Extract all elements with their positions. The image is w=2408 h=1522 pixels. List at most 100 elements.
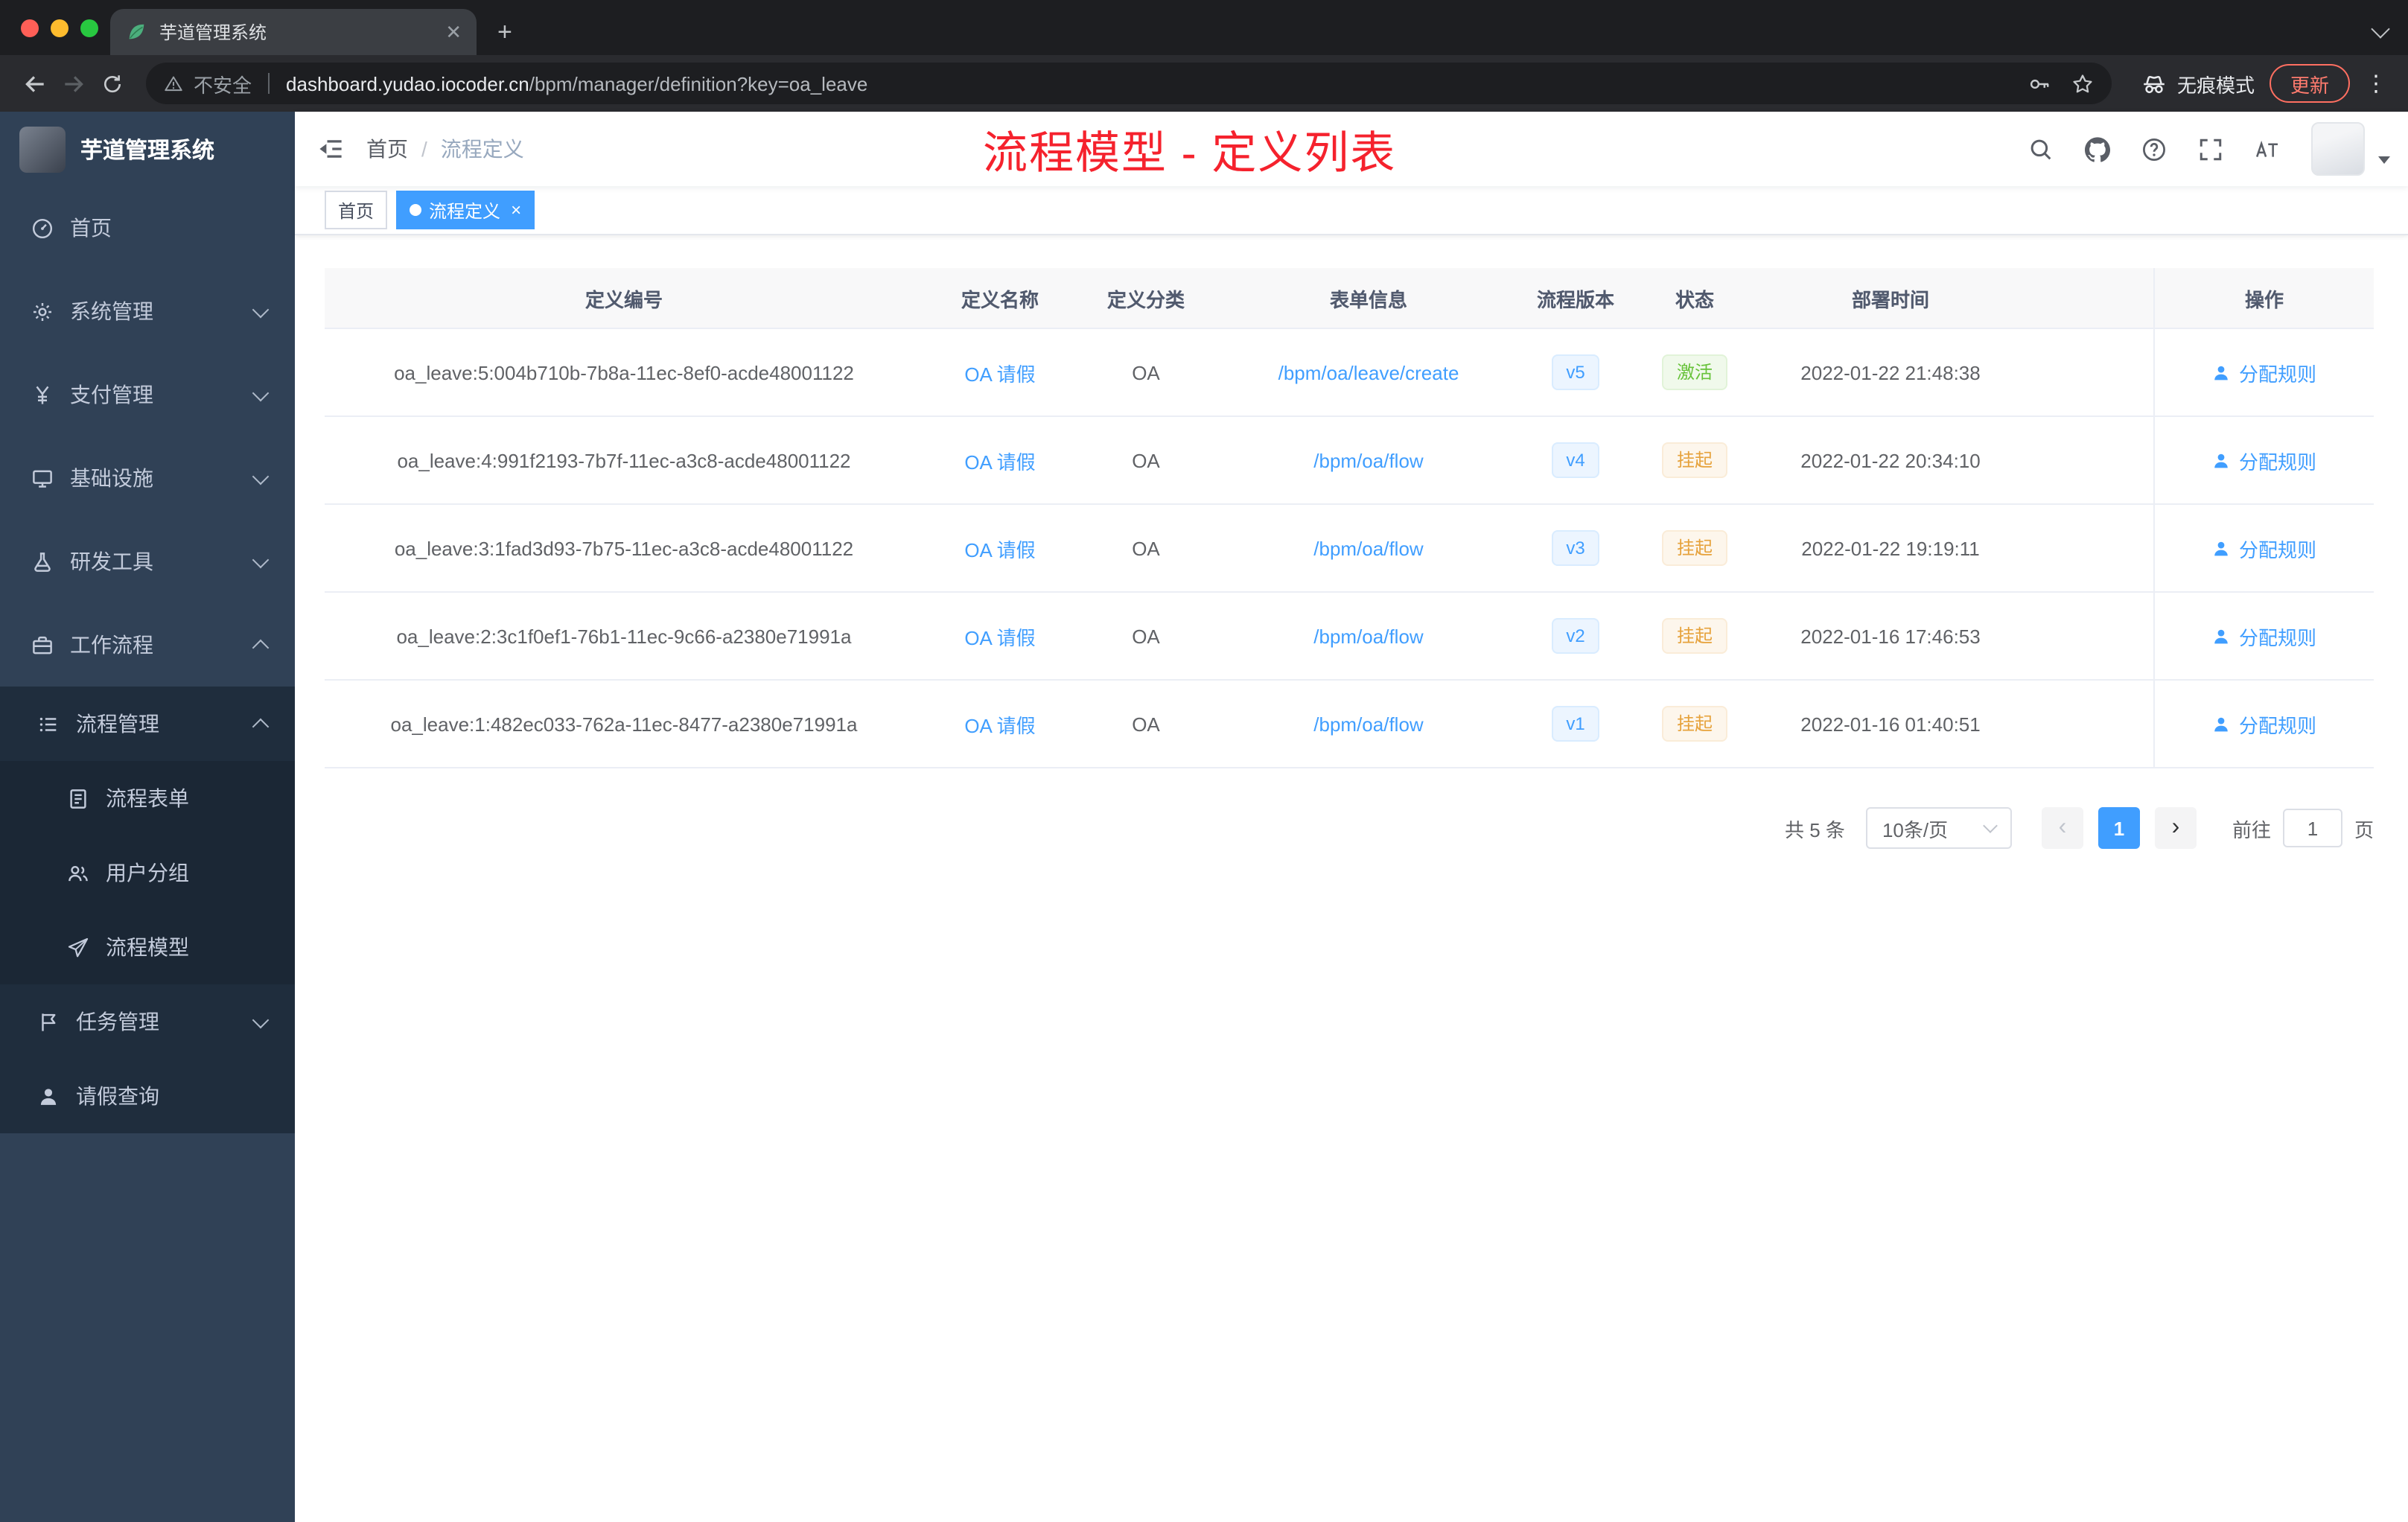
page-size-select[interactable]: 10条/页 bbox=[1865, 807, 2012, 849]
forward-button[interactable] bbox=[54, 64, 92, 103]
col-deploy-time: 部署时间 bbox=[1851, 288, 1929, 311]
definition-name-link[interactable]: OA 请假 bbox=[964, 446, 1035, 474]
breadcrumb-home[interactable]: 首页 bbox=[366, 134, 408, 164]
chevron-icon bbox=[252, 300, 270, 318]
sidebar-item-workflow[interactable]: 工作流程 bbox=[0, 603, 295, 687]
browser-tab[interactable]: 芋道管理系统 ✕ bbox=[110, 9, 477, 55]
sidebar-item-devtools[interactable]: 研发工具 bbox=[0, 520, 295, 603]
new-tab-button[interactable]: + bbox=[497, 19, 512, 45]
table-body: oa_leave:5:004b710b-7b8a-11ec-8ef0-acde4… bbox=[325, 329, 2374, 768]
gear-icon bbox=[31, 300, 54, 322]
gauge-icon bbox=[31, 217, 54, 239]
person-icon bbox=[37, 1085, 60, 1107]
form-url-link[interactable]: /bpm/oa/leave/create bbox=[1278, 361, 1459, 383]
security-label[interactable]: 不安全 bbox=[194, 69, 252, 98]
sidebar-item-process-manage[interactable]: 流程管理 bbox=[0, 687, 295, 761]
tab-close-icon[interactable]: ✕ bbox=[445, 20, 462, 44]
current-page[interactable]: 1 bbox=[2098, 807, 2140, 849]
sidebar-item-home[interactable]: 首页 bbox=[0, 186, 295, 270]
definition-category: OA bbox=[1132, 625, 1160, 647]
col-actions: 操作 bbox=[2153, 268, 2374, 328]
bookmark-star-icon[interactable] bbox=[2071, 72, 2094, 95]
definition-name-link[interactable]: OA 请假 bbox=[964, 710, 1035, 738]
assign-rule-button[interactable]: 分配规则 bbox=[2212, 534, 2316, 562]
status-badge: 挂起 bbox=[1661, 442, 1727, 478]
goto-page-input[interactable] bbox=[2282, 809, 2342, 847]
close-window-button[interactable] bbox=[21, 19, 39, 37]
list-icon bbox=[37, 713, 60, 735]
yen-icon bbox=[31, 383, 54, 406]
sidebar-item-leave-query[interactable]: 请假查询 bbox=[0, 1059, 295, 1133]
definition-name-link[interactable]: OA 请假 bbox=[964, 358, 1035, 386]
browser-menu-icon[interactable]: ⋮ bbox=[2365, 70, 2387, 97]
assign-rule-button[interactable]: 分配规则 bbox=[2212, 622, 2316, 650]
user-avatar[interactable] bbox=[2311, 122, 2365, 176]
app-frame: 芋道管理系统 首页 系统管理 支付管理 基础设施 研发工具 工作流程 流程管理 bbox=[0, 112, 2408, 1522]
search-icon[interactable] bbox=[2028, 136, 2054, 162]
sidebar-item-infrastructure[interactable]: 基础设施 bbox=[0, 436, 295, 520]
table-header: 定义编号 定义名称 定义分类 表单信息 流程版本 状态 部署时间 操作 bbox=[325, 268, 2374, 329]
incognito-badge[interactable]: 无痕模式 bbox=[2141, 69, 2255, 98]
key-icon[interactable] bbox=[2028, 72, 2051, 95]
definition-table: 定义编号 定义名称 定义分类 表单信息 流程版本 状态 部署时间 操作 oa_l… bbox=[325, 268, 2374, 768]
goto-prefix: 前往 bbox=[2232, 818, 2271, 841]
plane-icon bbox=[67, 936, 89, 958]
col-process-version: 流程版本 bbox=[1536, 288, 1614, 311]
assign-rule-button[interactable]: 分配规则 bbox=[2212, 446, 2316, 474]
definition-name-link[interactable]: OA 请假 bbox=[964, 622, 1035, 650]
deploy-time: 2022-01-16 01:40:51 bbox=[1800, 713, 1981, 735]
back-button[interactable] bbox=[15, 64, 54, 103]
total-count: 共 5 条 bbox=[1785, 818, 1845, 841]
status-badge: 挂起 bbox=[1661, 530, 1727, 566]
assign-rule-button[interactable]: 分配规则 bbox=[2212, 358, 2316, 386]
flask-icon bbox=[31, 550, 54, 573]
sidebar: 芋道管理系统 首页 系统管理 支付管理 基础设施 研发工具 工作流程 流程管理 bbox=[0, 112, 295, 1522]
breadcrumb-current: 流程定义 bbox=[440, 137, 524, 161]
avatar-chevron-down-icon[interactable] bbox=[2378, 156, 2390, 163]
chevron-icon bbox=[252, 1010, 270, 1028]
font-size-icon[interactable] bbox=[2255, 136, 2280, 162]
table-row: oa_leave:2:3c1f0ef1-76b1-11ec-9c66-a2380… bbox=[325, 593, 2374, 681]
chevron-icon bbox=[252, 639, 270, 657]
col-status: 状态 bbox=[1675, 288, 1714, 311]
tag-home[interactable]: 首页 bbox=[325, 191, 388, 229]
form-url-link[interactable]: /bpm/oa/flow bbox=[1313, 537, 1423, 559]
fullscreen-icon[interactable] bbox=[2198, 136, 2223, 162]
hamburger-icon[interactable] bbox=[295, 136, 366, 162]
breadcrumb-separator: / bbox=[421, 137, 427, 161]
next-page-button[interactable]: › bbox=[2154, 807, 2197, 849]
sidebar-logo: 芋道管理系统 bbox=[0, 112, 295, 186]
sidebar-item-task-manage[interactable]: 任务管理 bbox=[0, 984, 295, 1059]
user-icon bbox=[2212, 450, 2232, 470]
prev-page-button[interactable]: ‹ bbox=[2041, 807, 2083, 849]
navbar-actions bbox=[2028, 122, 2408, 176]
sidebar-item-process-model[interactable]: 流程模型 bbox=[0, 910, 295, 984]
tags-view: 首页 流程定义 × bbox=[295, 186, 2408, 235]
app-navbar: 首页 / 流程定义 流程模型 - 定义列表 bbox=[295, 112, 2408, 186]
zoom-window-button[interactable] bbox=[80, 19, 98, 37]
sidebar-item-payment[interactable]: 支付管理 bbox=[0, 353, 295, 436]
assign-rule-button[interactable]: 分配规则 bbox=[2212, 710, 2316, 738]
tag-close-icon[interactable]: × bbox=[511, 200, 521, 220]
form-url-link[interactable]: /bpm/oa/flow bbox=[1313, 625, 1423, 647]
minimize-window-button[interactable] bbox=[51, 19, 69, 37]
sidebar-item-process-form[interactable]: 流程表单 bbox=[0, 761, 295, 835]
goto-page: 前往 页 bbox=[2232, 809, 2374, 847]
definition-name-link[interactable]: OA 请假 bbox=[964, 534, 1035, 562]
deploy-time: 2022-01-22 21:48:38 bbox=[1800, 361, 1981, 383]
screen: 芋道管理系统 ✕ + 不安全 dashboard.yudao.iocoder.c… bbox=[0, 0, 2408, 1522]
form-url-link[interactable]: /bpm/oa/flow bbox=[1313, 713, 1423, 735]
tab-search-chevron-icon[interactable] bbox=[2371, 19, 2390, 39]
form-url-link[interactable]: /bpm/oa/flow bbox=[1313, 449, 1423, 471]
github-icon[interactable] bbox=[2085, 136, 2110, 162]
version-tag: v2 bbox=[1551, 618, 1600, 654]
update-button[interactable]: 更新 bbox=[2269, 64, 2350, 103]
help-icon[interactable] bbox=[2141, 136, 2167, 162]
tag-process-definition[interactable]: 流程定义 × bbox=[396, 191, 535, 229]
sidebar-item-user-group[interactable]: 用户分组 bbox=[0, 835, 295, 910]
col-definition-name: 定义名称 bbox=[961, 288, 1039, 311]
sidebar-item-system[interactable]: 系统管理 bbox=[0, 270, 295, 353]
address-bar[interactable]: 不安全 dashboard.yudao.iocoder.cn/bpm/manag… bbox=[146, 63, 2112, 104]
chevron-icon bbox=[252, 718, 270, 736]
reload-button[interactable] bbox=[92, 64, 131, 103]
